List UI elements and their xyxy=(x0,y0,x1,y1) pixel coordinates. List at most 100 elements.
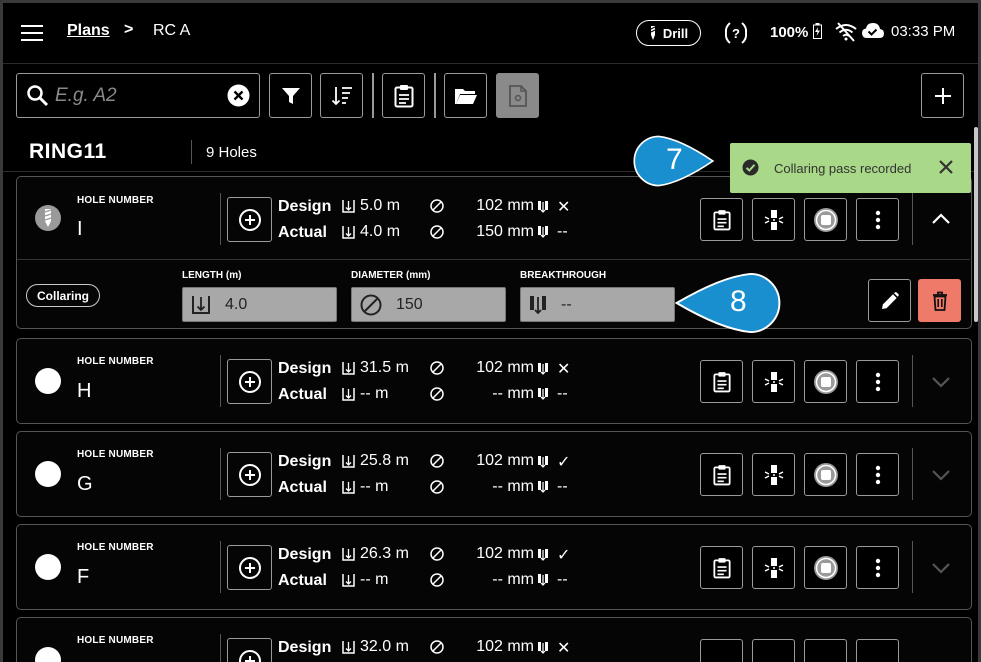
more-options-button[interactable] xyxy=(856,198,899,241)
add-pass-button[interactable] xyxy=(227,452,272,497)
hole-notes-button[interactable] xyxy=(700,453,743,496)
hole-select-radio[interactable] xyxy=(35,368,61,394)
add-pass-button[interactable] xyxy=(227,545,272,590)
breadcrumb-separator: > xyxy=(124,21,134,38)
status-button[interactable] xyxy=(804,198,847,241)
file-icon xyxy=(508,84,527,107)
help-icon[interactable]: ? xyxy=(723,20,749,46)
search-input[interactable] xyxy=(55,83,215,109)
hole-number-label: HOLE NUMBER xyxy=(77,542,154,553)
breakthrough-button[interactable] xyxy=(752,360,795,403)
status-button[interactable] xyxy=(804,639,847,662)
burst-icon xyxy=(764,464,783,485)
breakthrough-field[interactable]: -- xyxy=(520,287,675,322)
breakthrough-button[interactable] xyxy=(752,198,795,241)
add-pass-button[interactable] xyxy=(227,197,272,242)
length-icon xyxy=(342,388,355,401)
actual-label: Actual xyxy=(278,572,327,589)
design-label: Design xyxy=(278,453,332,470)
add-circle-icon xyxy=(238,463,261,486)
close-icon[interactable] xyxy=(937,158,955,176)
chevron-down-icon[interactable] xyxy=(931,376,951,388)
more-options-button[interactable] xyxy=(856,639,899,662)
hole-notes-button[interactable] xyxy=(700,639,743,662)
breakthrough-icon xyxy=(530,295,546,314)
filter-button[interactable] xyxy=(269,73,312,118)
add-button[interactable] xyxy=(921,73,964,118)
actual-length: -- m xyxy=(342,478,388,496)
chevron-up-icon[interactable] xyxy=(931,213,951,225)
chevron-down-icon[interactable] xyxy=(931,469,951,481)
search-box[interactable] xyxy=(16,73,260,118)
scrollbar[interactable] xyxy=(974,127,978,322)
status-button[interactable] xyxy=(804,546,847,589)
diameter-icon xyxy=(430,199,444,213)
length-field-label: LENGTH (m) xyxy=(182,270,242,281)
breakthrough-icon xyxy=(538,388,548,400)
add-pass-button[interactable] xyxy=(227,359,272,404)
clear-search-icon[interactable] xyxy=(227,84,250,107)
more-vert-icon xyxy=(875,465,880,484)
hole-notes-button[interactable] xyxy=(700,546,743,589)
drill-bit-icon xyxy=(650,26,656,40)
breakthrough-icon xyxy=(538,642,548,654)
hole-select-radio[interactable] xyxy=(35,461,61,487)
hole-notes-button[interactable] xyxy=(700,198,743,241)
hole-card[interactable]: HOLE NUMBER Design 32.0 m 102 mm ✕ xyxy=(16,617,972,662)
hole-select-radio[interactable] xyxy=(35,554,61,580)
length-icon xyxy=(342,641,355,654)
wifi-off-icon xyxy=(835,22,857,42)
drill-mode-badge[interactable]: Drill xyxy=(636,20,701,46)
drill-badge-label: Drill xyxy=(662,25,689,41)
sort-button[interactable] xyxy=(320,73,363,118)
breakthrough-button[interactable] xyxy=(752,546,795,589)
breadcrumb-current: RC A xyxy=(153,22,191,39)
add-pass-button[interactable] xyxy=(227,638,272,662)
callout-number-7: 7 xyxy=(666,143,683,176)
length-icon xyxy=(342,226,355,239)
filter-icon xyxy=(281,87,300,104)
card-divider xyxy=(220,193,221,245)
hole-card[interactable]: HOLE NUMBER F Design Actual 26.3 m -- m … xyxy=(16,524,972,610)
hole-card-expanded[interactable]: HOLE NUMBER I Design Actual 5.0 m 4.0 m … xyxy=(16,176,972,329)
breakthrough-button[interactable] xyxy=(752,639,795,662)
hole-select-radio[interactable] xyxy=(35,647,61,662)
more-options-button[interactable] xyxy=(856,453,899,496)
hole-card[interactable]: HOLE NUMBER G Design Actual 25.8 m -- m … xyxy=(16,431,972,517)
hole-card[interactable]: HOLE NUMBER H Design Actual 31.5 m -- m … xyxy=(16,338,972,424)
export-file-button[interactable] xyxy=(496,73,539,118)
more-options-button[interactable] xyxy=(856,360,899,403)
folder-open-icon xyxy=(454,88,477,104)
delete-pass-button[interactable] xyxy=(918,279,961,322)
menu-icon[interactable] xyxy=(21,25,43,43)
diameter-field[interactable]: 150 xyxy=(351,287,506,322)
clock-time: 03:33 PM xyxy=(891,23,956,40)
hole-notes-button[interactable] xyxy=(700,360,743,403)
status-button[interactable] xyxy=(804,453,847,496)
diameter-icon xyxy=(430,225,444,239)
chevron-down-icon[interactable] xyxy=(931,562,951,574)
breakthrough-button[interactable] xyxy=(752,453,795,496)
add-circle-icon xyxy=(238,556,261,579)
clipboard-icon xyxy=(712,371,731,392)
toolbar xyxy=(3,63,978,127)
actual-length: 4.0 m xyxy=(342,223,400,241)
pencil-icon xyxy=(881,291,899,309)
card-divider xyxy=(220,355,221,407)
length-value: 4.0 xyxy=(225,295,248,313)
card-divider xyxy=(220,634,221,662)
edit-pass-button[interactable] xyxy=(868,279,911,322)
design-length: 31.5 m xyxy=(342,359,409,377)
hole-number: I xyxy=(77,218,83,240)
breadcrumb-plans[interactable]: Plans xyxy=(67,22,110,40)
notes-button[interactable] xyxy=(382,73,425,118)
actual-label: Actual xyxy=(278,224,327,241)
sort-icon xyxy=(331,86,352,105)
collaring-badge: Collaring xyxy=(26,284,100,307)
status-button[interactable] xyxy=(804,360,847,403)
open-folder-button[interactable] xyxy=(444,73,487,118)
length-field[interactable]: 4.0 xyxy=(182,287,337,322)
more-options-button[interactable] xyxy=(856,546,899,589)
breakthrough-field-label: BREAKTHROUGH xyxy=(520,270,607,281)
length-icon xyxy=(342,455,355,468)
